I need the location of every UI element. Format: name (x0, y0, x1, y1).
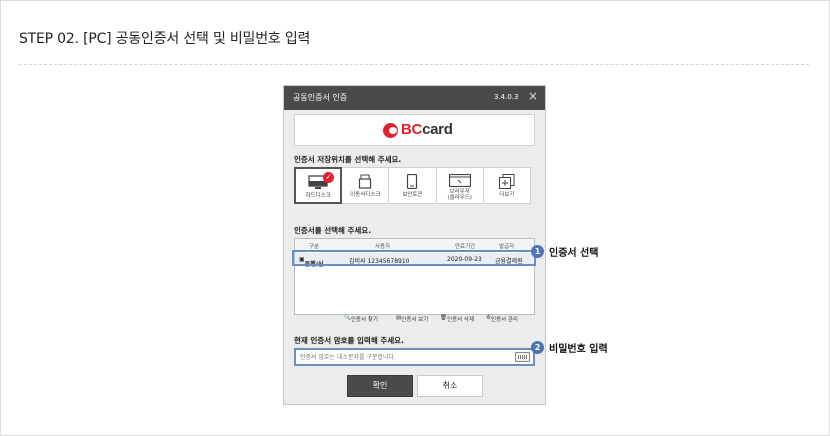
location-more[interactable]: 더보기 (482, 167, 531, 204)
location-removable[interactable]: 이동식디스크 (341, 167, 390, 204)
token-icon (407, 174, 418, 189)
cert-highlight-box (292, 250, 536, 266)
dialog-titlebar: 공동인증서 인증 3.4.0.3 × (284, 86, 545, 110)
location-label-more: 더보기 (499, 192, 515, 198)
callout-text-2: 비밀번호 입력 (549, 344, 608, 355)
cancel-button[interactable]: 취소 (417, 375, 483, 397)
col-issuer: 발급자 (499, 244, 515, 250)
location-label-harddisk: 하드디스크 (305, 193, 331, 199)
keyboard-icon[interactable] (515, 352, 530, 362)
password-label: 현재 인증서 암호를 입력해 주세요. (294, 336, 404, 345)
callout-select-cert: 1 인증서 선택 (531, 244, 598, 259)
close-icon[interactable]: × (528, 89, 538, 103)
ok-button[interactable]: 확인 (347, 375, 413, 397)
cert-toolbar: 🔍 인증서 찾기 ▤ 인증서 보기 🗑 인증서 삭제 ⚙ 인증서 관리 (344, 315, 535, 325)
page-title: STEP 02. [PC] 공동인증서 선택 및 비밀번호 입력 (19, 31, 311, 47)
location-token[interactable]: 보안토큰 (388, 167, 437, 204)
certificate-dialog: 공동인증서 인증 3.4.0.3 × BCcard 인증서 저장위치를 선택해 … (283, 85, 546, 405)
password-input[interactable] (300, 352, 510, 363)
callout-number-1: 1 (531, 245, 544, 258)
check-icon: ✓ (323, 172, 334, 183)
location-label-token: 보안토큰 (402, 192, 423, 198)
bccard-logo-box: BCcard (294, 114, 535, 146)
callout-number-2: 2 (531, 341, 544, 354)
col-type: 구분 (309, 244, 320, 250)
col-user: 사용자 (375, 244, 391, 250)
col-expiry: 만료기간 (455, 244, 476, 250)
divider (19, 64, 809, 65)
location-browser[interactable]: 브라우저 (클라우드) (435, 167, 484, 204)
bccard-logo-text: BCcard (401, 121, 453, 138)
location-label-browser: 브라우저 (클라우드) (447, 189, 472, 201)
usb-icon (359, 174, 372, 189)
more-icon (498, 174, 515, 189)
callout-text-1: 인증서 선택 (549, 248, 599, 259)
delete-cert-button[interactable]: 🗑 인증서 삭제 (440, 315, 474, 323)
location-label-removable: 이동식디스크 (350, 192, 381, 198)
bccard-logo-icon (383, 123, 398, 138)
manage-cert-button[interactable]: ⚙ 인증서 관리 (486, 315, 518, 323)
password-field-box (294, 348, 535, 366)
browser-icon (448, 174, 471, 187)
view-cert-button[interactable]: ▤ 인증서 보기 (396, 315, 428, 323)
cert-label: 인증서를 선택해 주세요. (294, 226, 372, 235)
location-label: 인증서 저장위치를 선택해 주세요. (294, 155, 402, 164)
location-selector: ✓ 하드디스크 이동식디스크 보안토큰 브라우저 (클라우드) 더보기 (294, 167, 535, 204)
find-cert-button[interactable]: 🔍 인증서 찾기 (344, 315, 378, 323)
location-harddisk[interactable]: ✓ 하드디스크 (294, 167, 343, 204)
dialog-title: 공동인증서 인증 (293, 93, 348, 102)
callout-password: 2 비밀번호 입력 (531, 340, 608, 355)
dialog-version: 3.4.0.3 (494, 93, 519, 101)
